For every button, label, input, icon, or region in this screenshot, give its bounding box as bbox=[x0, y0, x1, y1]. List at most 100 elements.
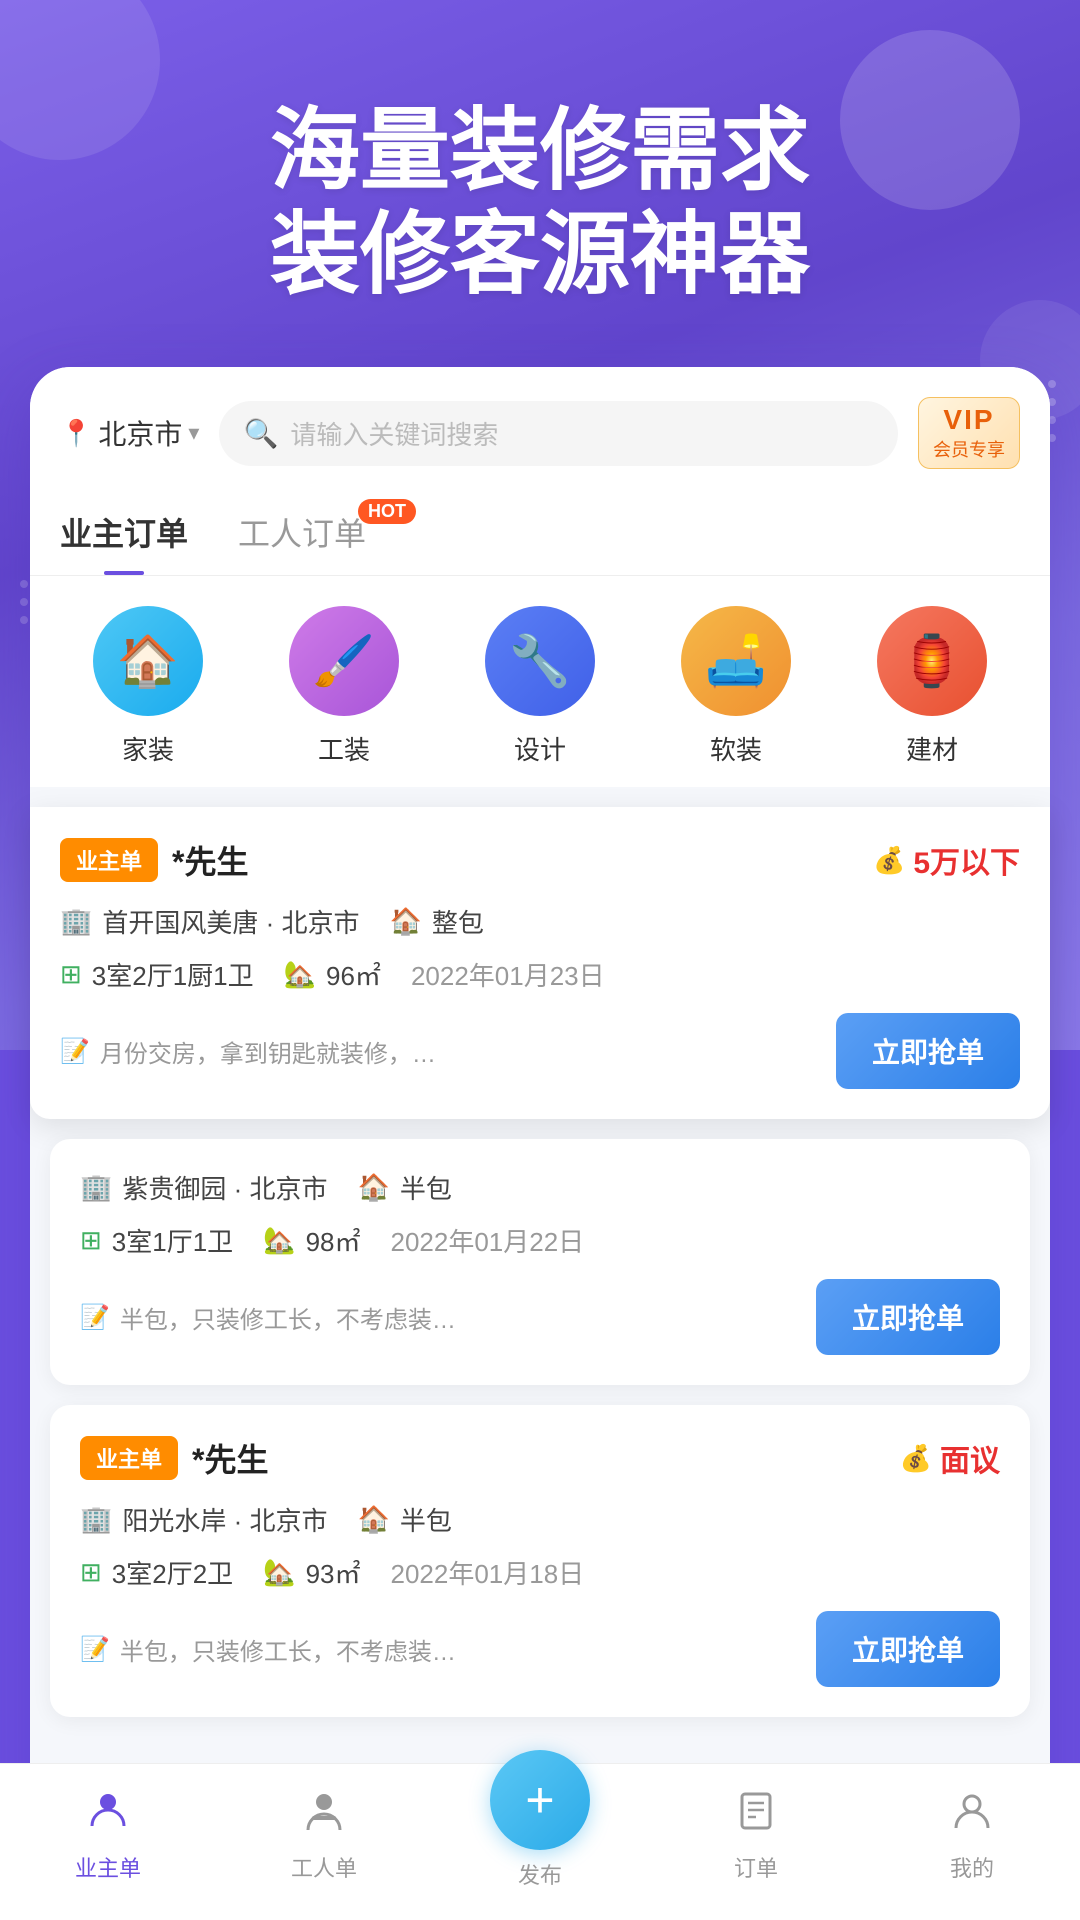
building-icon-1: 🏢 bbox=[60, 906, 92, 937]
order-1-area: 🏡 96㎡ bbox=[284, 956, 381, 993]
app-card: 📍 北京市 ▾ 🔍 请输入关键词搜索 VIP 会员专享 业主订单 工人订单 HO… bbox=[30, 367, 1050, 1897]
nav-worker-icon bbox=[302, 1788, 346, 1843]
order-2-location: 🏢 紫贵御园 · 北京市 bbox=[80, 1169, 327, 1206]
order-3-date: 2022年01月18日 bbox=[390, 1554, 584, 1591]
room-icon-1: ⊞ bbox=[60, 959, 82, 990]
order-2-location-text: 紫贵御园 · 北京市 bbox=[122, 1169, 327, 1206]
location-text: 北京市 bbox=[98, 413, 182, 453]
nav-order-icon bbox=[734, 1788, 778, 1843]
grab-btn-2[interactable]: 立即抢单 bbox=[816, 1279, 1000, 1355]
order-2-room: ⊞ 3室1厅1卫 bbox=[80, 1222, 233, 1259]
order-3-area: 🏡 93㎡ bbox=[263, 1554, 360, 1591]
nav-add-icon: + bbox=[525, 1775, 554, 1825]
hot-badge: HOT bbox=[358, 499, 416, 524]
nav-owner-label: 业主单 bbox=[75, 1851, 141, 1883]
vip-sub-label: 会员专享 bbox=[933, 436, 1005, 462]
design-icon: 🔧 bbox=[509, 632, 571, 691]
order-1-footer: 📝 月份交房，拿到钥匙就装修，… 立即抢单 bbox=[60, 1013, 1020, 1089]
order-1-budget: 💰 5万以下 bbox=[873, 838, 1020, 882]
grab-btn-1[interactable]: 立即抢单 bbox=[836, 1013, 1020, 1089]
nav-item-publish[interactable]: + 发布 bbox=[432, 1780, 648, 1890]
order-2-area: 🏡 98㎡ bbox=[263, 1222, 360, 1259]
category-commercial-label: 工装 bbox=[318, 730, 370, 767]
note-icon-2: 📝 bbox=[80, 1303, 110, 1332]
order-3-budget-text: 面议 bbox=[940, 1436, 1000, 1480]
note-icon-1: 📝 bbox=[60, 1037, 90, 1066]
category-material-label: 建材 bbox=[906, 730, 958, 767]
order-card-1: 业主单 *先生 💰 5万以下 🏢 首开国风美唐 · 北京市 🏠 整包 bbox=[30, 807, 1050, 1119]
order-1-note: 📝 月份交房，拿到钥匙就装修，… bbox=[60, 1034, 836, 1069]
search-icon: 🔍 bbox=[243, 417, 278, 450]
package-icon-1: 🏠 bbox=[389, 906, 421, 937]
category-home[interactable]: 🏠 家装 bbox=[93, 606, 203, 767]
category-row: 🏠 家装 🖌️ 工装 🔧 设计 🛋️ 软装 🏮 建材 bbox=[30, 576, 1050, 787]
nav-item-worker[interactable]: 工人单 bbox=[216, 1788, 432, 1883]
nav-publish-label: 发布 bbox=[518, 1858, 562, 1890]
order-1-type-badge: 业主单 bbox=[60, 838, 158, 882]
order-3-note-text: 半包，只装修工长，不考虑装… bbox=[120, 1632, 456, 1667]
order-1-details-location: 🏢 首开国风美唐 · 北京市 🏠 整包 bbox=[60, 903, 1020, 940]
order-1-area-text: 96㎡ bbox=[326, 956, 381, 993]
vip-label: VIP bbox=[943, 404, 994, 436]
home-icon: 🏠 bbox=[117, 632, 179, 691]
tab-worker-order[interactable]: 工人订单 HOT bbox=[238, 489, 366, 575]
package-icon-3: 🏠 bbox=[357, 1504, 389, 1535]
budget-icon-1: 💰 bbox=[873, 845, 905, 876]
order-3-area-text: 93㎡ bbox=[306, 1554, 361, 1591]
nav-order-label: 订单 bbox=[734, 1851, 778, 1883]
category-material[interactable]: 🏮 建材 bbox=[877, 606, 987, 767]
hero-title: 海量装修需求 装修客源神器 bbox=[60, 100, 1020, 307]
nav-item-owner[interactable]: 业主单 bbox=[0, 1788, 216, 1883]
package-icon-2: 🏠 bbox=[357, 1172, 389, 1203]
nav-item-order[interactable]: 订单 bbox=[648, 1788, 864, 1883]
category-design[interactable]: 🔧 设计 bbox=[485, 606, 595, 767]
tab-owner-order[interactable]: 业主订单 bbox=[60, 489, 188, 575]
order-2-note: 📝 半包，只装修工长，不考虑装… bbox=[80, 1300, 816, 1335]
hero-line2: 装修客源神器 bbox=[60, 204, 1020, 308]
area-icon-3: 🏡 bbox=[263, 1557, 295, 1588]
soft-icon-circle: 🛋️ bbox=[681, 606, 791, 716]
nav-item-me[interactable]: 我的 bbox=[864, 1788, 1080, 1883]
order-1-date: 2022年01月23日 bbox=[411, 956, 605, 993]
order-1-room: ⊞ 3室2厅1厨1卫 bbox=[60, 956, 254, 993]
budget-icon-3: 💰 bbox=[900, 1443, 932, 1474]
note-icon-3: 📝 bbox=[80, 1635, 110, 1664]
order-2-footer: 📝 半包，只装修工长，不考虑装… 立即抢单 bbox=[80, 1279, 1000, 1355]
tab-row: 业主订单 工人订单 HOT bbox=[30, 489, 1050, 576]
order-3-budget: 💰 面议 bbox=[900, 1436, 1000, 1480]
order-card-2: 🏢 紫贵御园 · 北京市 🏠 半包 ⊞ 3室1厅1卫 🏡 98㎡ 2022年01… bbox=[50, 1139, 1030, 1385]
order-3-location: 🏢 阳光水岸 · 北京市 bbox=[80, 1501, 327, 1538]
category-soft[interactable]: 🛋️ 软装 bbox=[681, 606, 791, 767]
category-commercial[interactable]: 🖌️ 工装 bbox=[289, 606, 399, 767]
nav-me-icon bbox=[950, 1788, 994, 1843]
order-2-area-text: 98㎡ bbox=[306, 1222, 361, 1259]
location-button[interactable]: 📍 北京市 ▾ bbox=[60, 413, 199, 453]
order-2-details-location: 🏢 紫贵御园 · 北京市 🏠 半包 bbox=[80, 1169, 1000, 1206]
hero-line1: 海量装修需求 bbox=[60, 100, 1020, 204]
commercial-icon: 🖌️ bbox=[313, 632, 375, 691]
order-1-header: 业主单 *先生 💰 5万以下 bbox=[60, 837, 1020, 883]
nav-me-label: 我的 bbox=[950, 1851, 994, 1883]
order-1-note-text: 月份交房，拿到钥匙就装修，… bbox=[100, 1034, 436, 1069]
order-2-room-text: 3室1厅1卫 bbox=[112, 1222, 233, 1259]
category-soft-label: 软装 bbox=[710, 730, 762, 767]
location-pin-icon: 📍 bbox=[60, 418, 92, 449]
grab-btn-3[interactable]: 立即抢单 bbox=[816, 1611, 1000, 1687]
search-placeholder-text: 请输入关键词搜索 bbox=[290, 415, 498, 452]
orders-area: 业主单 *先生 💰 5万以下 🏢 首开国风美唐 · 北京市 🏠 整包 bbox=[30, 787, 1050, 1737]
bottom-nav: 业主单 工人单 + 发布 订单 bbox=[0, 1763, 1080, 1920]
vip-badge[interactable]: VIP 会员专享 bbox=[918, 397, 1020, 469]
order-1-package-text: 整包 bbox=[432, 903, 484, 940]
order-2-details-room: ⊞ 3室1厅1卫 🏡 98㎡ 2022年01月22日 bbox=[80, 1222, 1000, 1259]
design-icon-circle: 🔧 bbox=[485, 606, 595, 716]
material-icon: 🏮 bbox=[901, 632, 963, 691]
order-3-header-left: 业主单 *先生 bbox=[80, 1435, 268, 1481]
nav-add-button[interactable]: + bbox=[490, 1750, 590, 1850]
order-3-client-name: *先生 bbox=[192, 1435, 268, 1481]
room-icon-2: ⊞ bbox=[80, 1225, 102, 1256]
order-1-details-room: ⊞ 3室2厅1厨1卫 🏡 96㎡ 2022年01月23日 bbox=[60, 956, 1020, 993]
order-card-3: 业主单 *先生 💰 面议 🏢 阳光水岸 · 北京市 🏠 半包 bbox=[50, 1405, 1030, 1717]
search-input[interactable]: 🔍 请输入关键词搜索 bbox=[219, 401, 898, 466]
nav-worker-label: 工人单 bbox=[291, 1851, 357, 1883]
material-icon-circle: 🏮 bbox=[877, 606, 987, 716]
